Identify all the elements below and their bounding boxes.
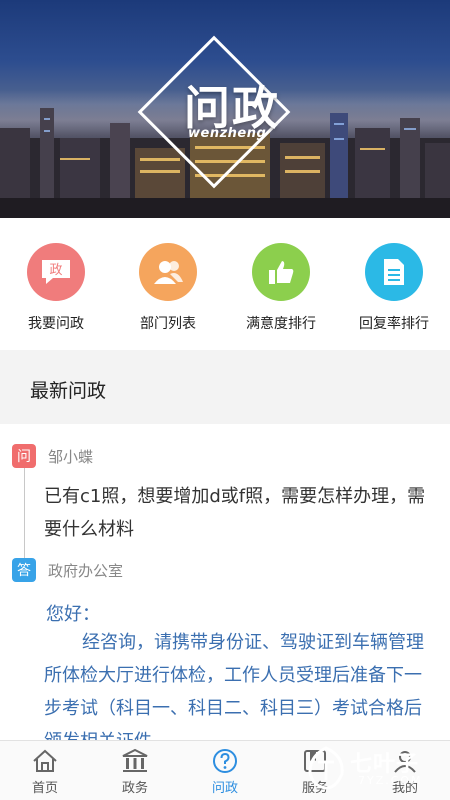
latest-post-card[interactable]: 问 邹小蝶 已有c1照，想要增加d或f照，需要怎样办理，需要什么材料 答 政府办… [0, 424, 450, 740]
department-list-icon [139, 243, 197, 301]
document-icon [365, 243, 423, 301]
question-icon [211, 747, 239, 775]
quick-nav: 政 我要问政 部门列表 满意度排行 回复率排行 [0, 218, 450, 350]
ask-politics-icon: 政 [27, 243, 85, 301]
watermark-domain: 7YZ.COM [358, 774, 423, 787]
leaf-logo-icon [308, 746, 344, 790]
quick-nav-ask[interactable]: 政 我要问政 [0, 243, 112, 343]
quick-nav-label: 回复率排行 [359, 316, 429, 332]
government-building-icon [121, 747, 149, 775]
logo-subtitle: wenzheng [188, 126, 267, 141]
tab-government[interactable]: 政务 [90, 741, 180, 800]
ask-icon-glyph: 政 [49, 263, 62, 278]
answer-greeting: 您好： [46, 604, 100, 625]
answer-text: 经咨询，请携带身份证、驾驶证到车辆管理所体检大厅进行体检，工作人员受理后准备下一… [44, 632, 424, 740]
tab-label: 政务 [121, 781, 148, 796]
asker-name: 邹小蝶 [48, 448, 94, 466]
question-text: 已有c1照，想要增加d或f照，需要怎样办理，需要什么材料 [44, 486, 426, 540]
banner: 问政 wenzheng [0, 0, 450, 218]
question-tag: 问 [12, 444, 36, 468]
quick-nav-label: 部门列表 [140, 316, 196, 332]
responder-office: 政府办公室 [48, 562, 124, 580]
tab-label: 问政 [211, 781, 238, 796]
quick-nav-reply-rate[interactable]: 回复率排行 [338, 243, 450, 343]
tab-label: 首页 [31, 781, 58, 796]
wenzheng-logo: 问政 wenzheng [132, 35, 302, 189]
answer-tag: 答 [12, 558, 36, 582]
section-title: 最新问政 [30, 380, 107, 402]
quick-nav-label: 满意度排行 [246, 316, 316, 332]
tab-home[interactable]: 首页 [0, 741, 90, 800]
quick-nav-label: 我要问政 [28, 316, 84, 332]
quick-nav-departments[interactable]: 部门列表 [112, 243, 224, 343]
quick-nav-satisfaction[interactable]: 满意度排行 [225, 243, 337, 343]
watermark: 七叶子 7YZ.COM [300, 738, 450, 798]
tab-wenzheng[interactable]: 问政 [180, 741, 270, 800]
timeline-line [24, 454, 25, 574]
thumbs-up-icon [252, 243, 310, 301]
home-icon [31, 747, 59, 775]
